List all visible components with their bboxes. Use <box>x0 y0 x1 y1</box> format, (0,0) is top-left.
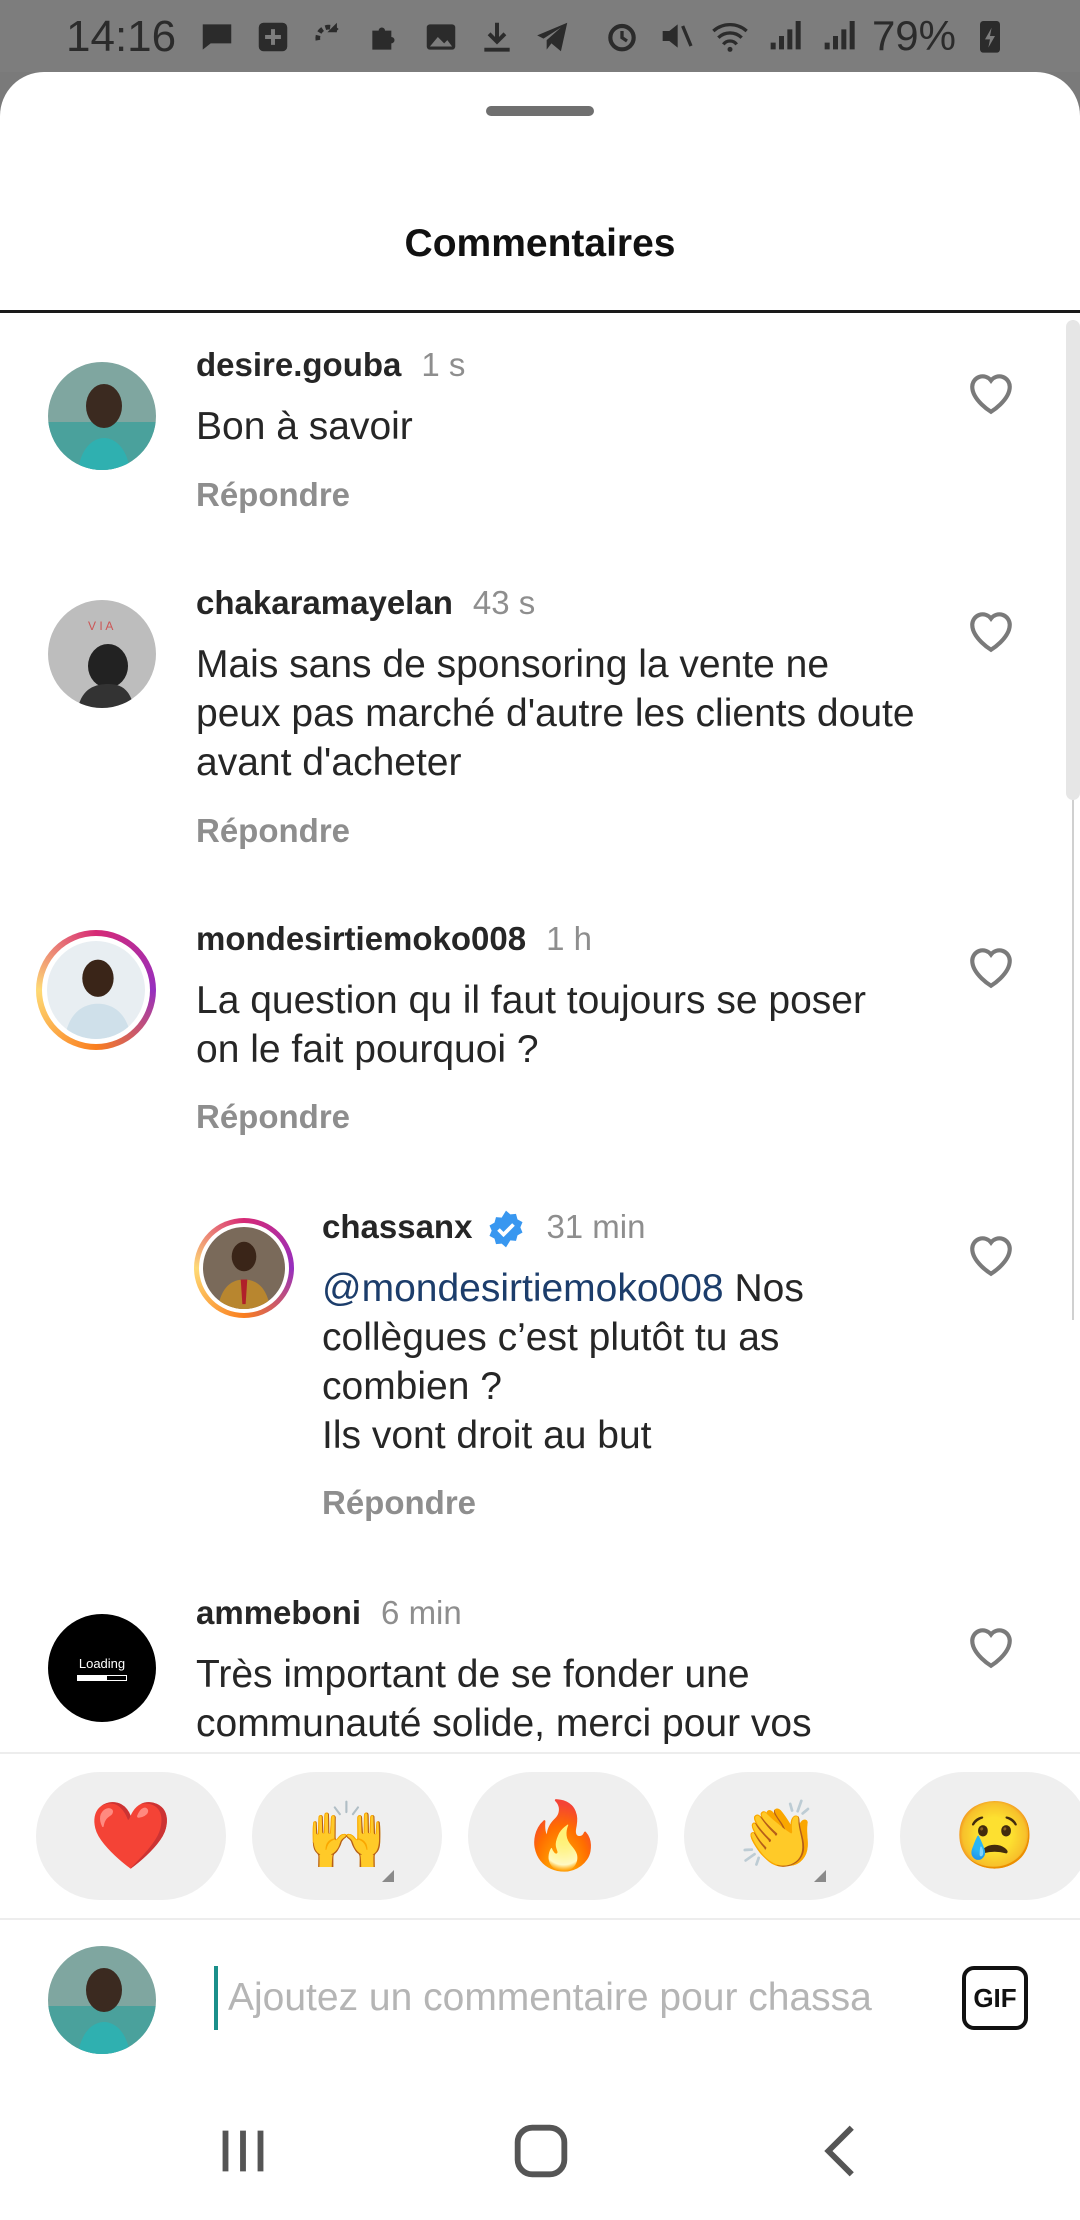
timestamp: 31 min <box>546 1208 646 1245</box>
story-ring-avatar[interactable] <box>36 930 156 1050</box>
wifi-icon <box>712 23 748 52</box>
avatar-label: Loading <box>78 1655 126 1671</box>
variant-indicator <box>382 1870 394 1882</box>
sync-icon <box>315 22 339 41</box>
comment-meta: chakaramayelan 43 s <box>196 584 535 622</box>
reaction-emoji: 🔥 <box>521 1798 605 1872</box>
reaction-emoji: 👏 <box>737 1798 821 1872</box>
reactions-divider <box>0 1752 1080 1754</box>
signal-icon <box>770 21 801 50</box>
reaction-crying-button[interactable]: 😢 <box>900 1772 1080 1900</box>
mute-icon <box>662 24 693 48</box>
comment-meta: ammeboni 6 min <box>196 1594 462 1632</box>
username[interactable]: chakaramayelan <box>196 584 453 621</box>
notification-icons <box>198 18 572 56</box>
reply-button[interactable]: Répondre <box>196 812 350 850</box>
quick-reactions: ❤️ 🙌 🔥 👏 😢 <box>0 1772 1080 1902</box>
back-icon[interactable] <box>808 2116 878 2186</box>
mention-link[interactable]: @mondesirtiemoko008 <box>322 1267 724 1310</box>
sheet-title: Commentaires <box>404 222 676 265</box>
svg-text:V I A: V I A <box>88 619 113 633</box>
comment-meta: mondesirtiemoko008 1 h <box>196 920 592 958</box>
username[interactable]: ammeboni <box>196 1594 361 1631</box>
avatar[interactable]: V I A <box>48 600 156 708</box>
reaction-emoji: 🙌 <box>305 1798 389 1872</box>
username[interactable]: desire.gouba <box>196 346 401 383</box>
drag-handle[interactable] <box>486 106 594 116</box>
username[interactable]: mondesirtiemoko008 <box>196 920 526 957</box>
timestamp: 43 s <box>472 584 536 621</box>
variant-indicator <box>814 1870 826 1882</box>
like-heart-icon[interactable] <box>966 944 1016 990</box>
reply-button[interactable]: Répondre <box>322 1484 476 1522</box>
comment-meta: chassanx 31 min <box>322 1208 646 1249</box>
comment-text: Mais sans de sponsoring la vente ne peux… <box>196 643 915 784</box>
avatar[interactable]: Loading <box>48 1614 156 1722</box>
like-heart-icon[interactable] <box>966 608 1016 654</box>
scrollbar[interactable] <box>1066 320 1080 800</box>
like-heart-icon[interactable] <box>966 1232 1016 1278</box>
reaction-emoji: ❤️ <box>89 1798 173 1872</box>
timestamp: 1 s <box>421 346 466 383</box>
signal-icon <box>824 21 855 50</box>
reaction-raised-hands-button[interactable]: 🙌 <box>252 1772 442 1900</box>
battery-percent: 79% <box>871 12 956 59</box>
timestamp: 6 min <box>381 1594 462 1631</box>
comment-text: Bon à savoir <box>196 405 413 448</box>
comment-body-line2: Ils vont droit au but <box>322 1414 652 1457</box>
reaction-clap-button[interactable]: 👏 <box>684 1772 874 1900</box>
reaction-heart-button[interactable]: ❤️ <box>36 1772 226 1900</box>
reply-button[interactable]: Répondre <box>196 476 350 514</box>
comment-text: Très important de se fonder une communau… <box>196 1653 812 1745</box>
telegram-icon <box>537 22 568 52</box>
comment-text: @mondesirtiemoko008 Nos collègues c’est … <box>322 1264 922 1460</box>
alarm-icon <box>608 23 636 52</box>
download-icon <box>484 22 510 52</box>
image-icon <box>426 24 456 50</box>
gif-button[interactable]: GIF <box>962 1966 1028 2030</box>
story-ring-avatar[interactable] <box>194 1218 294 1318</box>
timestamp: 1 h <box>546 920 592 957</box>
title-divider <box>0 310 1080 313</box>
status-bar: 14:16 79% <box>0 0 1080 72</box>
like-heart-icon[interactable] <box>966 1624 1016 1670</box>
recent-apps-icon[interactable] <box>208 2116 278 2186</box>
comments-list[interactable]: desire.gouba 1 s Bon à savoir Répondre V … <box>0 316 1080 1826</box>
navigation-bar <box>0 2090 1080 2220</box>
username[interactable]: chassanx <box>322 1208 472 1245</box>
screen: 14:16 79% Commentaires desire.gouba 1 s … <box>0 0 1080 2220</box>
reaction-emoji: 😢 <box>953 1798 1037 1872</box>
comment-meta: desire.gouba 1 s <box>196 346 465 384</box>
reaction-fire-button[interactable]: 🔥 <box>468 1772 658 1900</box>
like-heart-icon[interactable] <box>966 370 1016 416</box>
reply-button[interactable]: Répondre <box>196 1098 350 1136</box>
plus-square-icon <box>258 22 288 52</box>
avatar[interactable] <box>48 362 156 470</box>
system-icons: 79% <box>602 12 1010 60</box>
home-icon[interactable] <box>506 2116 576 2186</box>
my-avatar <box>48 1946 156 2054</box>
comment-text: La question qu il faut toujours se poser… <box>196 979 866 1071</box>
message-icon <box>202 24 232 50</box>
composer-divider <box>0 1918 1080 1920</box>
verified-badge-icon <box>489 1210 523 1248</box>
battery-charging-icon <box>980 21 1000 53</box>
status-time: 14:16 <box>66 12 177 61</box>
comment-input[interactable] <box>214 1966 924 2030</box>
puzzle-icon <box>372 27 395 50</box>
